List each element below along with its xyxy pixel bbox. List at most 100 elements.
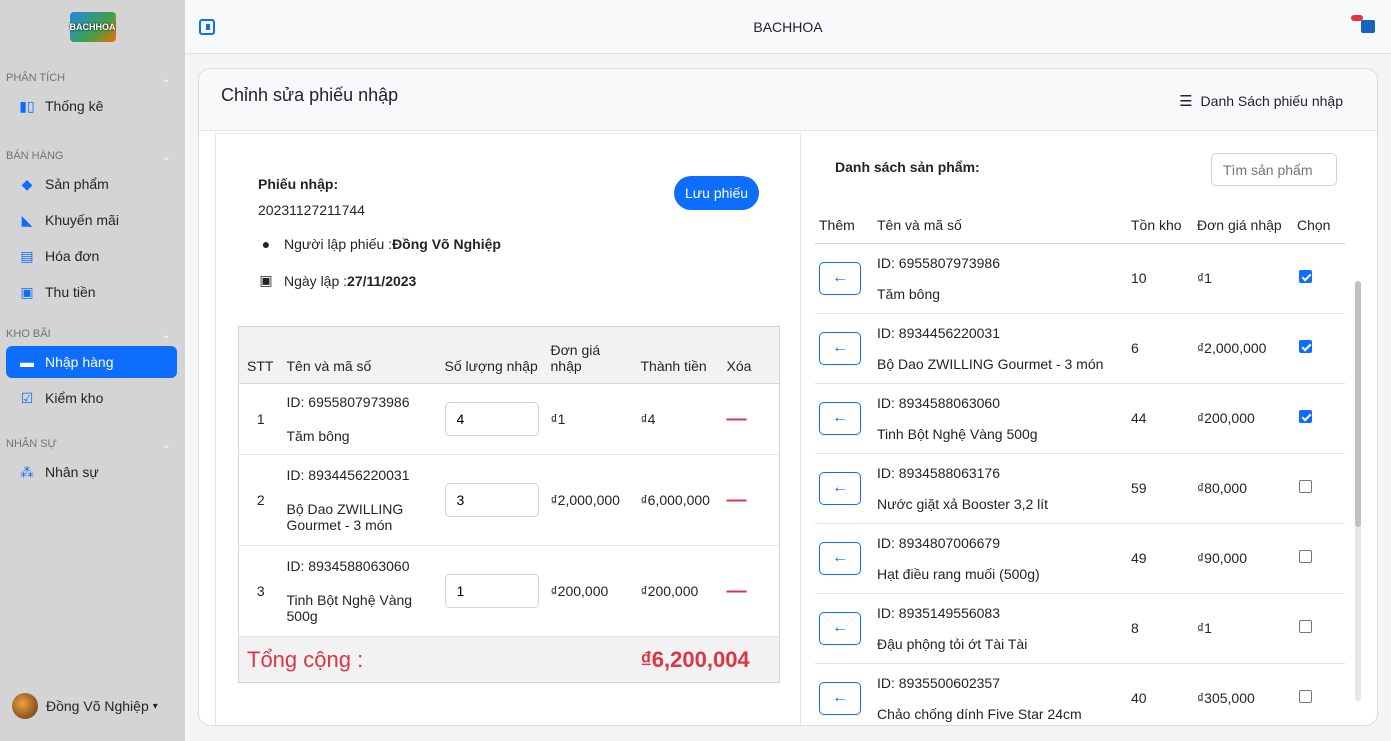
- creator-row: ● Người lập phiếu : Đồng Võ Nghiệp: [258, 236, 501, 252]
- chevron-down-icon[interactable]: ⌄: [162, 72, 171, 85]
- caret-down-icon: ▾: [152, 700, 158, 712]
- card-header: Chỉnh sửa phiếu nhập ☰ Danh Sách phiếu n…: [199, 69, 1377, 131]
- product-id: ID: 6955807973986: [877, 254, 1000, 271]
- save-receipt-button[interactable]: Lưu phiếu: [674, 176, 760, 210]
- product-search-input[interactable]: [1211, 153, 1337, 186]
- product-price: ₫2,000,000: [1193, 313, 1293, 384]
- section-title: KHO BÃI: [6, 328, 51, 340]
- col-stt: STT: [238, 326, 283, 384]
- product-row: ← ID: 6955807973986 Tăm bông 10 ₫1: [815, 243, 1345, 314]
- sidebar-item-label: Khuyến mãi: [45, 212, 119, 228]
- product-stock: 10: [1127, 243, 1193, 314]
- row-id: ID: 8934588063060: [286, 558, 410, 574]
- product-name: Bộ Dao ZWILLING Gourmet - 3 món: [877, 355, 1104, 372]
- product-list-scrollbar[interactable]: [1355, 281, 1361, 701]
- add-product-button[interactable]: ←: [819, 261, 861, 295]
- product-name: Nước giặt xả Booster 3,2 lít: [877, 495, 1049, 512]
- arrow-left-icon: ←: [832, 409, 848, 426]
- sidebar-item-cash[interactable]: ▣ Thu tiền: [6, 276, 177, 308]
- quantity-input[interactable]: [444, 574, 539, 608]
- creator-name: Đồng Võ Nghiệp: [392, 236, 501, 252]
- quantity-input[interactable]: [444, 402, 539, 436]
- total-value: ₫6,200,004: [640, 646, 750, 672]
- bar-chart-icon: ▮▯: [19, 97, 35, 114]
- product-id: ID: 8934588063060: [877, 394, 1000, 411]
- select-checkbox[interactable]: [1299, 340, 1312, 353]
- add-product-button[interactable]: ←: [819, 471, 861, 505]
- add-product-button[interactable]: ←: [819, 541, 861, 575]
- delete-row-icon[interactable]: —: [727, 489, 747, 511]
- row-total: ₫200,000: [636, 545, 723, 637]
- sidebar-item-label: Nhập hàng: [45, 354, 114, 370]
- product-stock: 8: [1127, 593, 1193, 664]
- add-product-button[interactable]: ←: [819, 331, 861, 365]
- edit-receipt-card: Chỉnh sửa phiếu nhập ☰ Danh Sách phiếu n…: [198, 68, 1378, 726]
- sidebar-item-products[interactable]: ◆ Sản phẩm: [6, 168, 177, 200]
- sidebar-item-statistics[interactable]: ▮▯ Thống kê: [6, 90, 177, 122]
- add-product-button[interactable]: ←: [819, 681, 861, 715]
- sidebar-item-promotions[interactable]: ◣ Khuyến mãi: [6, 204, 177, 236]
- row-total: ₫4: [636, 383, 723, 455]
- section-sales: BÁN HÀNG ⌄ ◆ Sản phẩm ◣ Khuyến mãi ▤ Hóa đơn…: [0, 148, 185, 308]
- product-row: ← ID: 8934588063060 Tinh Bột Nghệ Vàng 50…: [815, 383, 1345, 454]
- scrollbar-thumb[interactable]: [1355, 281, 1361, 527]
- select-checkbox[interactable]: [1299, 620, 1312, 633]
- product-list-title: Danh sách sản phẩm:: [835, 159, 980, 175]
- arrow-left-icon: ←: [832, 689, 848, 706]
- sidebar: BACHHOA PHÂN TÍCH ⌄ ▮▯ Thống kê BÁN HÀNG ⌄ …: [0, 0, 185, 741]
- select-checkbox[interactable]: [1299, 410, 1312, 423]
- receipt-panel: Phiếu nhập: 20231127211744 Lưu phiếu ● N…: [215, 133, 801, 725]
- sidebar-item-label: Nhân sự: [45, 464, 99, 480]
- select-checkbox[interactable]: [1299, 550, 1312, 563]
- logo[interactable]: BACHHOA: [0, 0, 185, 54]
- delete-row-icon[interactable]: —: [727, 408, 747, 430]
- product-table: Thêm Tên và mã số Tồn kho Đơn giá nhập C…: [815, 207, 1345, 725]
- select-checkbox[interactable]: [1299, 480, 1312, 493]
- sidebar-item-label: Kiểm kho: [45, 390, 104, 406]
- sidebar-toggle-icon[interactable]: [199, 19, 215, 35]
- tag-icon: ◣: [21, 211, 33, 228]
- row-name: Tăm bông: [286, 428, 350, 444]
- product-price: ₫200,000: [1193, 383, 1293, 454]
- product-stock: 59: [1127, 453, 1193, 524]
- product-price: ₫305,000: [1193, 663, 1293, 725]
- section-hr: NHÂN SỰ ⌄ ⁂ Nhân sự: [0, 436, 185, 488]
- user-name: Đồng Võ Nghiệp: [46, 698, 149, 714]
- select-checkbox[interactable]: [1299, 270, 1312, 283]
- chevron-down-icon[interactable]: ⌄: [162, 328, 171, 341]
- messages-icon[interactable]: [1351, 15, 1375, 33]
- section-analytics: PHÂN TÍCH ⌄ ▮▯ Thống kê: [0, 70, 185, 122]
- arrow-left-icon: ←: [832, 479, 848, 496]
- chevron-down-icon[interactable]: ⌄: [162, 150, 171, 163]
- cart-icon: ▬: [20, 354, 34, 370]
- row-total: ₫6,000,000: [636, 454, 723, 546]
- add-product-button[interactable]: ←: [819, 611, 861, 645]
- quantity-input[interactable]: [444, 483, 539, 517]
- sidebar-item-inventory-check[interactable]: ☑ Kiểm kho: [6, 382, 177, 414]
- users-icon: ⁂: [20, 463, 34, 480]
- section-warehouse: KHO BÃI ⌄ ▬ Nhập hàng ☑ Kiểm kho: [0, 326, 185, 414]
- receipt-icon: ▤: [20, 247, 34, 264]
- check-square-icon: ☑: [20, 389, 34, 406]
- total-label: Tổng cộng :: [247, 646, 364, 672]
- row-price: ₫1: [546, 383, 637, 455]
- user-menu[interactable]: Đồng Võ Nghiệp ▾: [12, 693, 158, 719]
- col-add: Thêm: [815, 207, 873, 244]
- row-stt: 1: [238, 383, 283, 455]
- add-product-button[interactable]: ←: [819, 401, 861, 435]
- product-table-scroll[interactable]: Thêm Tên và mã số Tồn kho Đơn giá nhập C…: [815, 207, 1345, 725]
- row-stt: 3: [238, 545, 283, 637]
- sidebar-item-label: Sản phẩm: [45, 176, 109, 192]
- delete-row-icon[interactable]: —: [727, 580, 747, 602]
- product-name: Hạt điều rang muối (500g): [877, 565, 1040, 582]
- receipt-list-link[interactable]: ☰ Danh Sách phiếu nhập: [1179, 92, 1343, 110]
- table-row: 1 ID: 6955807973986 Tăm bông ₫1 ₫4 —: [238, 383, 780, 455]
- sidebar-item-staff[interactable]: ⁂ Nhân sự: [6, 456, 177, 488]
- sidebar-item-invoices[interactable]: ▤ Hóa đơn: [6, 240, 177, 272]
- product-name: Tinh Bột Nghệ Vàng 500g: [877, 425, 1038, 442]
- sidebar-item-import[interactable]: ▬ Nhập hàng: [6, 346, 177, 378]
- chevron-down-icon[interactable]: ⌄: [162, 438, 171, 451]
- list-icon: ☰: [1179, 93, 1193, 110]
- select-checkbox[interactable]: [1299, 690, 1312, 703]
- product-stock: 40: [1127, 663, 1193, 725]
